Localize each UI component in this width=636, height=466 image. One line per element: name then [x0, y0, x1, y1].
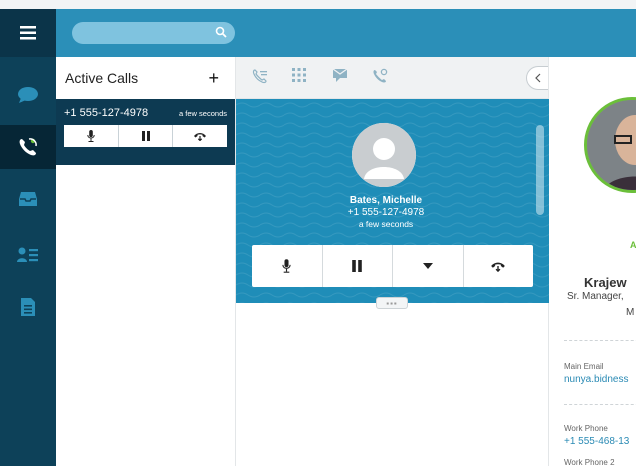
window-top-strip — [0, 0, 636, 9]
call-controls — [252, 245, 533, 287]
nav-item-chat[interactable] — [0, 73, 56, 117]
call-mini-controls — [64, 125, 228, 147]
contact-photo — [584, 97, 636, 193]
divider — [564, 340, 636, 341]
work-phone-link[interactable]: +1 555-468-13 — [564, 436, 629, 447]
chat-bubble-icon — [18, 87, 38, 103]
search-input[interactable] — [72, 22, 235, 44]
nav-item-inbox[interactable] — [0, 177, 56, 221]
nav-rail — [0, 9, 56, 466]
phone-call-icon — [19, 138, 37, 156]
hamburger-icon — [20, 26, 36, 40]
nav-item-documents[interactable] — [0, 285, 56, 329]
nav-item-calls[interactable] — [0, 125, 56, 169]
chevron-left-icon — [534, 73, 540, 83]
divider — [564, 404, 636, 405]
contact-title: Sr. Manager, — [567, 291, 624, 302]
add-call-button[interactable]: + — [208, 69, 219, 87]
call-area-scrollbar[interactable] — [536, 125, 544, 215]
mute-icon — [282, 259, 291, 273]
mute-icon — [87, 130, 95, 142]
contact-list-icon — [17, 247, 38, 262]
pause-button[interactable] — [323, 245, 393, 287]
hangup-button[interactable] — [173, 125, 228, 147]
dropdown-icon — [422, 263, 433, 269]
dialpad-icon[interactable] — [292, 68, 306, 82]
call-detail-panel: Bates, Michelle +1 555-127-4978 a few se… — [236, 57, 549, 466]
caller-name: Bates, Michelle — [349, 195, 423, 206]
presence-status: A — [630, 240, 636, 250]
active-call-area: Bates, Michelle +1 555-127-4978 a few se… — [236, 99, 549, 303]
active-calls-title: Active Calls — [65, 70, 139, 86]
inbox-tray-icon — [19, 192, 37, 206]
pause-button[interactable] — [118, 125, 174, 147]
contact-detail-panel: A Krajew Sr. Manager, M Main Email nunya… — [550, 57, 636, 466]
contact-title-line2: M — [626, 307, 635, 318]
main-email-label: Main Email — [564, 362, 604, 371]
contact-name: Krajew — [584, 275, 627, 290]
message-icon[interactable] — [332, 68, 348, 83]
caller-number: +1 555-127-4978 — [347, 207, 425, 218]
call-duration: a few seconds — [179, 109, 227, 118]
caller-duration: a few seconds — [358, 219, 414, 229]
nav-item-contacts[interactable] — [0, 233, 56, 277]
active-calls-panel: Active Calls + +1 555-127-4978 a few sec… — [56, 57, 236, 466]
resize-grip[interactable]: ▪▪▪ — [376, 297, 408, 309]
contact-portrait-image — [587, 100, 636, 190]
hangup-icon — [491, 262, 506, 272]
collapse-panel-button[interactable] — [526, 66, 548, 90]
top-bar — [56, 9, 636, 57]
default-avatar-icon — [352, 123, 416, 187]
main-email-link[interactable]: nunya.bidness — [564, 374, 629, 385]
mute-button[interactable] — [64, 125, 119, 147]
active-call-card[interactable]: +1 555-127-4978 a few seconds — [56, 99, 235, 165]
call-number: +1 555-127-4978 — [64, 107, 149, 119]
pause-icon — [352, 260, 363, 272]
menu-button[interactable] — [0, 9, 56, 57]
mute-button[interactable] — [252, 245, 323, 287]
hangup-icon — [194, 133, 207, 141]
call-log-icon[interactable] — [252, 68, 268, 84]
work-phone-2-label: Work Phone 2 — [564, 458, 615, 466]
work-phone-label: Work Phone — [564, 424, 608, 433]
pause-icon — [141, 131, 150, 141]
caller-avatar — [352, 123, 416, 187]
active-calls-header: Active Calls + — [56, 57, 235, 99]
call-toolbar — [236, 57, 548, 99]
search-icon[interactable] — [215, 26, 227, 38]
document-icon — [21, 298, 35, 316]
more-options-button[interactable] — [393, 245, 464, 287]
call-settings-icon[interactable] — [372, 68, 388, 84]
hangup-button[interactable] — [464, 245, 534, 287]
